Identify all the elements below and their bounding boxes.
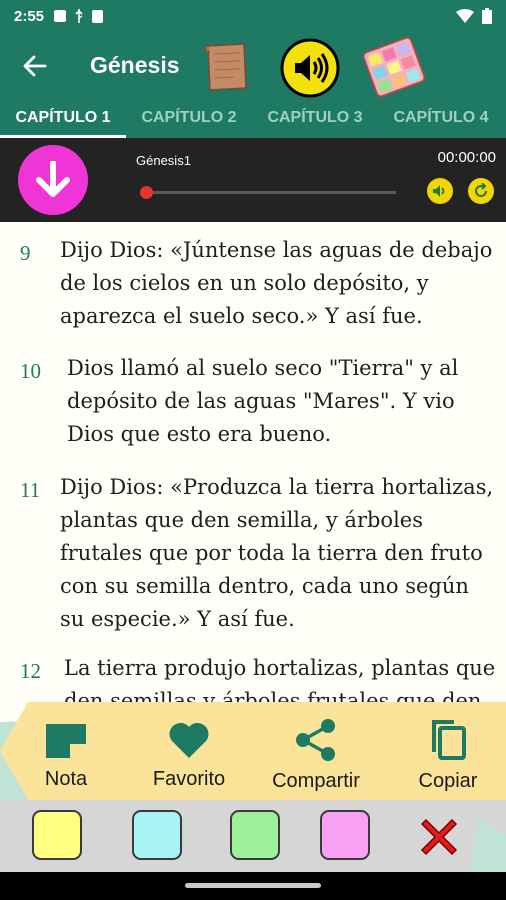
track-time: 00:00:00: [437, 149, 496, 166]
verse-line: plantas que den semilla, y árboles: [60, 508, 423, 532]
verse-actions-panel: Nota Favorito Compartir Copiar: [0, 702, 506, 800]
verse-line: de los cielos en un solo depósito, y: [60, 271, 429, 295]
audio-button[interactable]: [280, 38, 340, 98]
repeat-button[interactable]: [468, 178, 494, 204]
verse-line: La tierra produjo hortalizas, plantas qu…: [64, 656, 496, 680]
highlight-pink[interactable]: [320, 810, 370, 860]
track-name: Génesis1: [136, 153, 191, 168]
verse-line: Dios que esto era bueno.: [67, 422, 332, 446]
verse-line: depósito de las aguas "Mares". Y vio: [67, 389, 455, 413]
volume-button[interactable]: [427, 178, 453, 204]
favorite-label: Favorito: [152, 768, 226, 790]
progress-track[interactable]: [144, 191, 396, 194]
share-action[interactable]: Compartir: [262, 702, 370, 800]
verse-number: 12: [20, 659, 41, 683]
home-gesture-handle[interactable]: [185, 883, 321, 888]
audio-player: Génesis1 00:00:00: [0, 138, 506, 222]
download-button[interactable]: [18, 145, 88, 215]
verse-number: 9: [20, 241, 31, 265]
color-palette-icon: [363, 37, 425, 97]
battery-icon: [482, 8, 492, 24]
tab-chapter-1[interactable]: CAPÍTULO 1: [0, 100, 126, 138]
note-icon: [46, 724, 86, 758]
speaker-icon: [280, 38, 340, 98]
verse-line: su especie.» Y así fue.: [60, 607, 295, 631]
verse-line: con su semilla dentro, cada uno según: [60, 574, 469, 598]
copy-label: Copiar: [418, 770, 478, 792]
highlight-cyan[interactable]: [132, 810, 182, 860]
note-label: Nota: [44, 768, 88, 790]
close-icon: [420, 818, 458, 856]
copy-icon: [432, 720, 466, 760]
back-button[interactable]: [18, 50, 52, 82]
notification-icons: [54, 9, 104, 23]
scroll-icon: [204, 43, 247, 91]
tab-chapter-2[interactable]: CAPÍTULO 2: [126, 100, 252, 138]
notification-a-icon: [54, 10, 67, 22]
verse-line: den semillas y árboles frutales que den: [64, 689, 482, 702]
color-palette-button[interactable]: [363, 36, 425, 98]
arrow-left-icon: [23, 55, 47, 77]
verse-line: frutales que por toda la tierra den frut…: [60, 541, 483, 565]
favorite-action[interactable]: Favorito: [140, 702, 238, 800]
scroll-button[interactable]: [200, 40, 254, 94]
page-title: Génesis: [90, 52, 180, 78]
verse-line: Dios llamó al suelo seco "Tierra" y al: [67, 356, 459, 380]
tab-chapter-4[interactable]: CAPÍTULO 4: [378, 100, 504, 138]
system-nav-bar: [0, 872, 506, 900]
share-icon: [296, 719, 335, 761]
verse-number: 11: [20, 478, 41, 502]
status-bar: 2:55: [0, 0, 506, 32]
wifi-icon: [456, 9, 474, 23]
note-action[interactable]: Nota: [20, 702, 112, 800]
app-bar: Génesis: [0, 32, 506, 100]
progress-handle[interactable]: [140, 186, 153, 199]
arrow-down-icon: [36, 161, 70, 197]
highlight-yellow[interactable]: [32, 810, 82, 860]
chapter-tabs: CAPÍTULO 1 CAPÍTULO 2 CAPÍTULO 3 CAPÍTUL…: [0, 100, 506, 138]
remove-highlight-button[interactable]: [416, 814, 462, 860]
verse-number: 10: [20, 359, 41, 383]
verse-line: Dijo Dios: «Produzca la tierra hortaliza…: [60, 475, 494, 499]
verse-line: Dijo Dios: «Júntense las aguas de debajo: [60, 238, 493, 262]
chapter-content: 9 Dijo Dios: «Júntense las aguas de deba…: [0, 222, 506, 702]
share-label: Compartir: [272, 770, 360, 792]
copy-action[interactable]: Copiar: [405, 702, 491, 800]
status-time: 2:55: [14, 7, 45, 25]
repeat-icon: [475, 183, 487, 197]
tab-chapter-3[interactable]: CAPÍTULO 3: [252, 100, 378, 138]
highlight-green[interactable]: [230, 810, 280, 860]
sd-card-icon: [92, 9, 104, 23]
heart-icon: [169, 722, 209, 758]
highlight-colors-row: [0, 800, 506, 872]
verse-line: aparezca el suelo seco.» Y así fue.: [60, 304, 423, 328]
speaker-small-icon: [433, 185, 445, 197]
usb-icon: [75, 9, 83, 23]
